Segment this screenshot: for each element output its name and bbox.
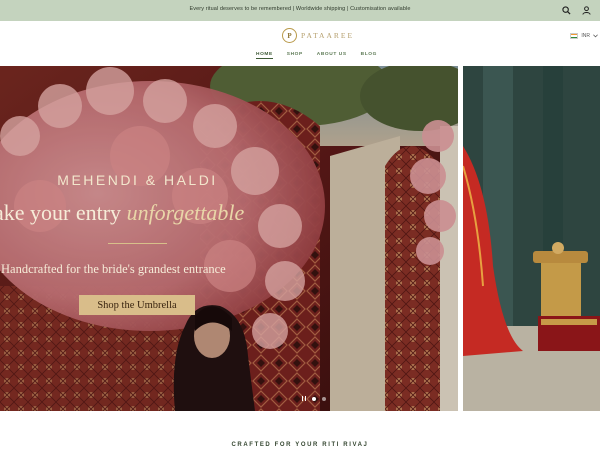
account-icon[interactable] bbox=[581, 5, 592, 16]
logo-text: PATAAREE bbox=[301, 31, 355, 40]
pause-icon[interactable] bbox=[302, 396, 306, 401]
slide-dot-1[interactable] bbox=[312, 396, 316, 401]
announcement-bar: Every ritual deserves to be remembered |… bbox=[0, 0, 600, 21]
utility-icons bbox=[561, 5, 592, 16]
nav-item-about-us[interactable]: ABOUT US bbox=[317, 52, 347, 59]
india-flag-icon bbox=[570, 33, 579, 39]
main-nav: HOME SHOP ABOUT US BLOG bbox=[256, 52, 377, 59]
hero-image bbox=[0, 66, 458, 411]
hero-slide: MEHENDI & HALDI ake your entry unforgett… bbox=[0, 66, 458, 411]
slider-controls bbox=[302, 396, 326, 401]
shop-the-umbrella-button[interactable]: Shop the Umbrella bbox=[79, 295, 195, 315]
logo-mark: P bbox=[282, 28, 297, 43]
nav-item-shop[interactable]: SHOP bbox=[287, 52, 303, 59]
section-title: CRAFTED FOR YOUR RITI RIVAJ bbox=[231, 442, 369, 448]
nav-item-blog[interactable]: BLOG bbox=[361, 52, 377, 59]
currency-label: INR bbox=[581, 33, 590, 39]
site-header: P PATAAREE HOME SHOP ABOUT US BLOG INR bbox=[0, 21, 600, 66]
next-slide-image bbox=[463, 66, 600, 411]
nav-item-home[interactable]: HOME bbox=[256, 52, 273, 59]
announcement-text: Every ritual deserves to be remembered |… bbox=[189, 6, 411, 12]
chevron-down-icon bbox=[593, 34, 598, 38]
next-slide-preview[interactable] bbox=[463, 66, 600, 411]
slide-dot-2[interactable] bbox=[322, 396, 326, 401]
currency-selector[interactable]: INR bbox=[570, 33, 598, 39]
brand-logo[interactable]: P PATAAREE bbox=[282, 28, 354, 43]
search-icon[interactable] bbox=[561, 5, 572, 16]
